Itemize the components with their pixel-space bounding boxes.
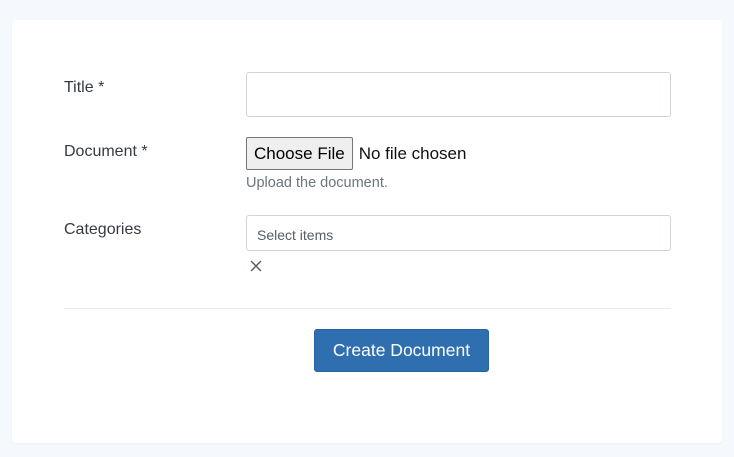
close-icon[interactable] [250, 260, 262, 272]
form-divider [64, 308, 671, 309]
document-field-wrapper: Choose File No file chosen Upload the do… [246, 137, 671, 191]
form-card: Title * Document * Choose File No file c… [12, 20, 722, 443]
categories-select[interactable]: Select items [246, 215, 671, 251]
title-label: Title * [64, 79, 105, 96]
choose-file-button[interactable]: Choose File [246, 137, 353, 170]
title-input[interactable] [246, 72, 671, 117]
title-row: Title * [64, 72, 671, 117]
document-row: Document * Choose File No file chosen Up… [64, 137, 671, 197]
document-label: Document * [64, 143, 148, 160]
create-document-button[interactable]: Create Document [314, 329, 489, 372]
categories-field-wrapper: Select items [246, 215, 671, 277]
title-field-wrapper [246, 72, 671, 117]
document-help-text: Upload the document. [246, 175, 388, 191]
file-status-text: No file chosen [358, 143, 467, 163]
file-picker: Choose File No file chosen [246, 137, 671, 170]
categories-row: Categories Select items [64, 215, 671, 280]
categories-label: Categories [64, 221, 142, 238]
categories-placeholder: Select items [257, 227, 334, 243]
